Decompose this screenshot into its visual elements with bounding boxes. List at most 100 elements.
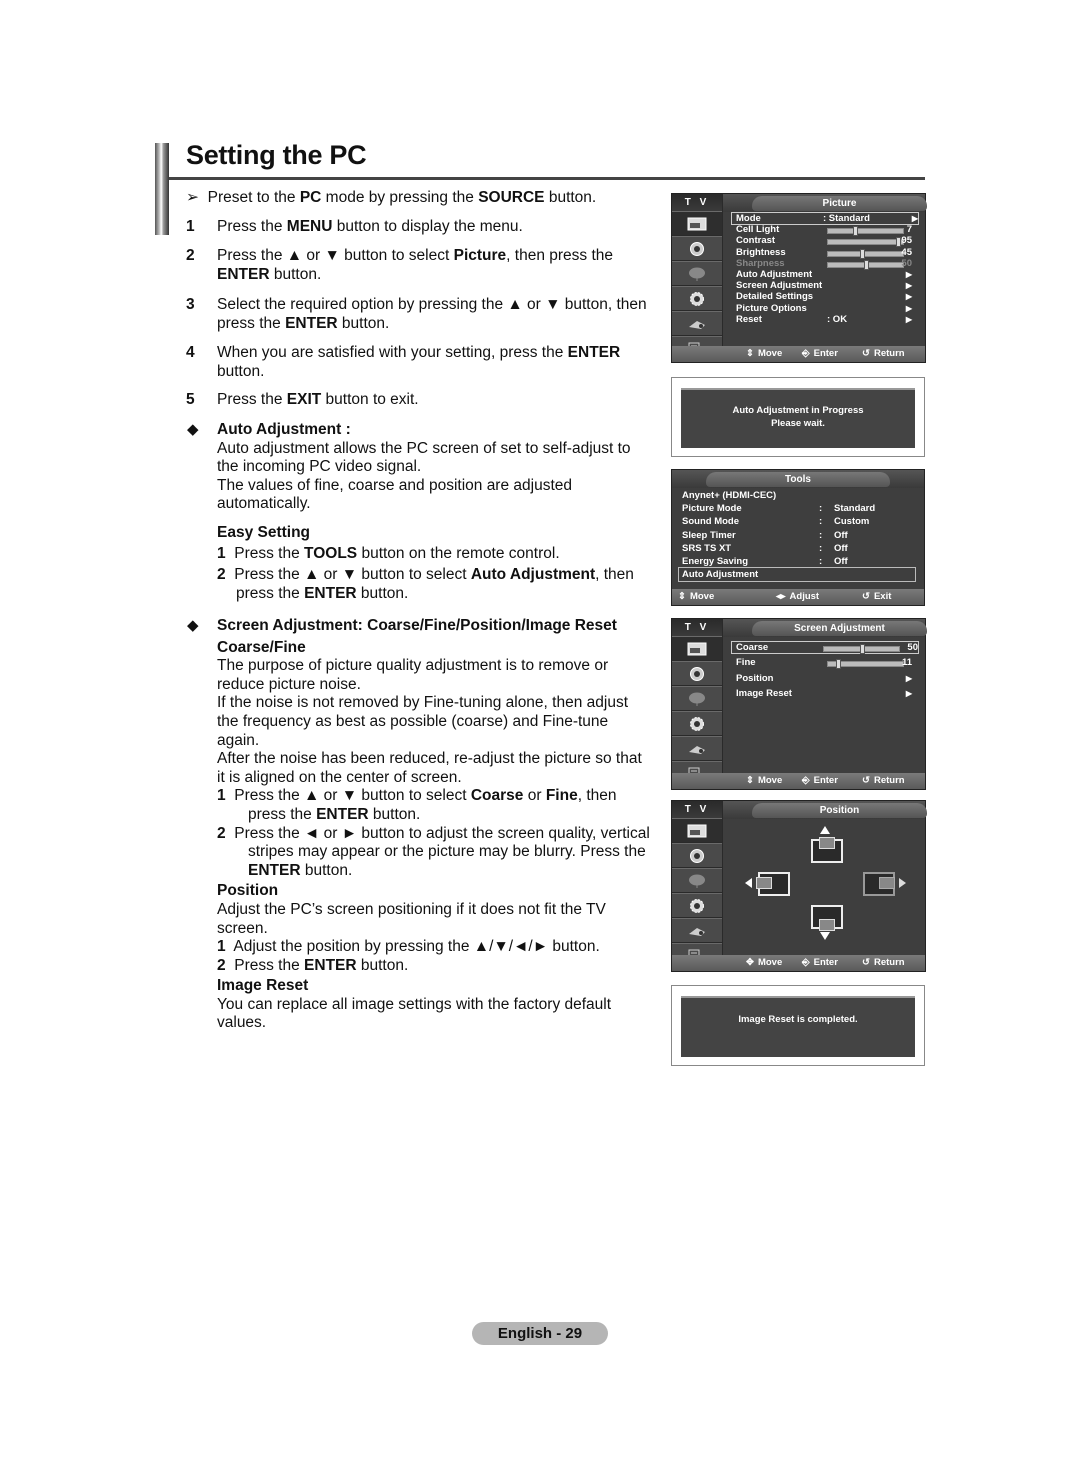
tools-row-sound-mode[interactable]: Sound Mode: Custom bbox=[682, 515, 912, 528]
picture-icon bbox=[687, 642, 707, 655]
position-osd: T V D Position ✥Move ⎆Enter ↺Return bbox=[671, 800, 927, 972]
osd-menu-picture[interactable] bbox=[672, 211, 722, 236]
screen-adjustment-osd: T V D Screen Adjustment Coarse50 Fine11 Po… bbox=[671, 618, 927, 790]
osd-row-fine[interactable]: Fine 11 bbox=[736, 657, 912, 670]
osd-menu-input[interactable] bbox=[672, 736, 722, 761]
value-slider[interactable] bbox=[827, 226, 904, 237]
page-number: English - 29 bbox=[472, 1322, 608, 1345]
osd-menu-setup[interactable] bbox=[672, 711, 722, 736]
position-step-2: 2 Press the ENTER button. bbox=[217, 956, 409, 974]
step-2: 2 Press the ▲ or ▼ button to select Pict… bbox=[186, 247, 614, 283]
arrow-left-icon[interactable] bbox=[745, 878, 752, 888]
osd-menu-sound[interactable] bbox=[672, 843, 722, 868]
gear-icon bbox=[690, 716, 704, 731]
tools-row-anynet-hdmi-cec-[interactable]: Anynet+ (HDMI-CEC) bbox=[682, 489, 912, 502]
picture-icon bbox=[687, 824, 707, 837]
osd-row-contrast[interactable]: Contrast 95 bbox=[736, 235, 912, 248]
osd-menu-setup[interactable] bbox=[672, 893, 722, 918]
position-up-frame bbox=[811, 837, 843, 863]
return-icon: ↺ bbox=[862, 591, 870, 602]
position-heading: Position bbox=[217, 882, 279, 900]
osd-row-auto-adjustment[interactable]: Auto Adjustment ▶ bbox=[736, 269, 912, 280]
osd-row-coarse[interactable]: Coarse 50 bbox=[731, 641, 919, 654]
step-4: 4 When you are satisfied with your setti… bbox=[186, 344, 621, 380]
easy-step-1: 1 Press the TOOLS button on the remote c… bbox=[217, 544, 560, 562]
osd-menu-input[interactable] bbox=[672, 311, 722, 336]
value-slider[interactable] bbox=[823, 644, 900, 654]
position-down-frame bbox=[811, 905, 843, 931]
tools-row-sleep-timer[interactable]: Sleep Timer: Off bbox=[682, 529, 912, 542]
speaker-icon bbox=[690, 848, 704, 863]
position-right-frame bbox=[863, 872, 895, 896]
tools-row-picture-mode[interactable]: Picture Mode: Standard bbox=[682, 502, 912, 515]
return-icon: ↺ bbox=[862, 348, 870, 359]
osd-row-detailed-settings[interactable]: Detailed Settings ▶ bbox=[736, 291, 912, 302]
coarse-fine-heading: Coarse/Fine bbox=[217, 638, 306, 656]
leftright-icon: ◂▸ bbox=[776, 591, 786, 602]
picture-icon bbox=[687, 217, 707, 230]
submenu-arrow-icon: ▶ bbox=[905, 688, 912, 698]
osd-row-reset[interactable]: Reset: OK ▶ bbox=[736, 314, 912, 325]
auto-adjust-dialog: Auto Adjustment in Progress Please wait. bbox=[671, 377, 925, 457]
osd-row-mode[interactable]: Mode: Standard ▶ bbox=[731, 212, 919, 225]
updown-icon: ⇕ bbox=[746, 348, 754, 359]
osd-menu-picture[interactable] bbox=[672, 636, 722, 661]
value-slider[interactable] bbox=[827, 248, 904, 259]
osd-row-image-reset[interactable]: Image Reset ▶ bbox=[736, 688, 912, 699]
updown-icon: ⇕ bbox=[678, 591, 686, 602]
arrow-up-icon[interactable] bbox=[820, 826, 830, 834]
osd-row-screen-adjustment[interactable]: Screen Adjustment ▶ bbox=[736, 280, 912, 291]
input-plug-icon bbox=[689, 745, 705, 754]
osd-menu-sound[interactable] bbox=[672, 661, 722, 686]
osd-menu-channel[interactable] bbox=[672, 261, 722, 286]
osd-title: Screen Adjustment bbox=[752, 621, 927, 636]
easy-step-2: 2 Press the ▲ or ▼ button to select Auto… bbox=[217, 566, 634, 602]
screen-adjustment-section: Screen Adjustment: Coarse/Fine/Position/… bbox=[217, 617, 662, 1033]
tools-row-energy-saving[interactable]: Energy Saving: Off bbox=[682, 555, 912, 568]
osd-footer: ⇕ Move ◂▸ Adjust ↺ Exit bbox=[672, 589, 924, 605]
tv-label: T V bbox=[672, 801, 722, 818]
submenu-arrow-icon: ▶ bbox=[911, 214, 918, 223]
value-slider[interactable] bbox=[827, 237, 904, 248]
osd-row-position[interactable]: Position ▶ bbox=[736, 673, 912, 684]
picture-osd: T V D Picture Mode: Standard▶Cell Light7… bbox=[671, 193, 927, 363]
gear-icon bbox=[690, 898, 704, 913]
osd-title: Position bbox=[752, 803, 927, 818]
diamond-bullet-icon: ◆ bbox=[187, 421, 199, 438]
value-slider[interactable] bbox=[827, 259, 904, 270]
enter-icon: ⎆ bbox=[802, 775, 810, 786]
title-accent-bar bbox=[155, 143, 169, 235]
value-slider[interactable] bbox=[827, 659, 904, 670]
satellite-dish-icon bbox=[689, 267, 705, 281]
submenu-arrow-icon: ▶ bbox=[905, 673, 912, 683]
speaker-icon bbox=[690, 666, 704, 681]
arrow-down-icon[interactable] bbox=[820, 932, 830, 940]
osd-row-sharpness[interactable]: Sharpness 50 bbox=[736, 258, 912, 270]
osd-footer: ⇕ Move ⎆ Enter ↺ Return bbox=[672, 346, 925, 362]
arrow-right-icon[interactable] bbox=[899, 878, 906, 888]
osd-sidebar: T V D bbox=[672, 801, 723, 968]
osd-menu-channel[interactable] bbox=[672, 686, 722, 711]
osd-menu-setup[interactable] bbox=[672, 286, 722, 311]
submenu-arrow-icon: ▶ bbox=[905, 314, 912, 324]
slider-thumb[interactable] bbox=[860, 644, 865, 654]
osd-footer: ⇕ Move ⎆ Enter ↺ Return bbox=[672, 773, 925, 789]
submenu-arrow-icon: ▶ bbox=[905, 281, 912, 291]
osd-menu-sound[interactable] bbox=[672, 236, 722, 261]
osd-row-brightness[interactable]: Brightness 45 bbox=[736, 247, 912, 259]
slider-thumb[interactable] bbox=[835, 659, 841, 670]
tools-row-auto-adjustment[interactable]: Auto Adjustment bbox=[678, 567, 916, 583]
updown-icon: ⇕ bbox=[746, 775, 754, 786]
submenu-arrow-icon: ▶ bbox=[905, 270, 912, 279]
position-left-frame bbox=[756, 872, 790, 896]
osd-menu-input[interactable] bbox=[672, 918, 722, 943]
osd-menu-channel[interactable] bbox=[672, 868, 722, 893]
tools-row-srs-ts-xt[interactable]: SRS TS XT: Off bbox=[682, 542, 912, 555]
osd-row-cell-light[interactable]: Cell Light 7 bbox=[736, 224, 912, 237]
coarse-step-1: 1 Press the ▲ or ▼ button to select Coar… bbox=[217, 787, 617, 823]
step-1: 1 Press the MENU button to display the m… bbox=[186, 218, 523, 235]
osd-menu-picture[interactable] bbox=[672, 818, 722, 843]
auto-adjustment-section: Auto Adjustment : Auto adjustment allows… bbox=[217, 421, 662, 603]
osd-sidebar: T V D bbox=[672, 194, 723, 361]
osd-row-picture-options[interactable]: Picture Options ▶ bbox=[736, 303, 912, 314]
